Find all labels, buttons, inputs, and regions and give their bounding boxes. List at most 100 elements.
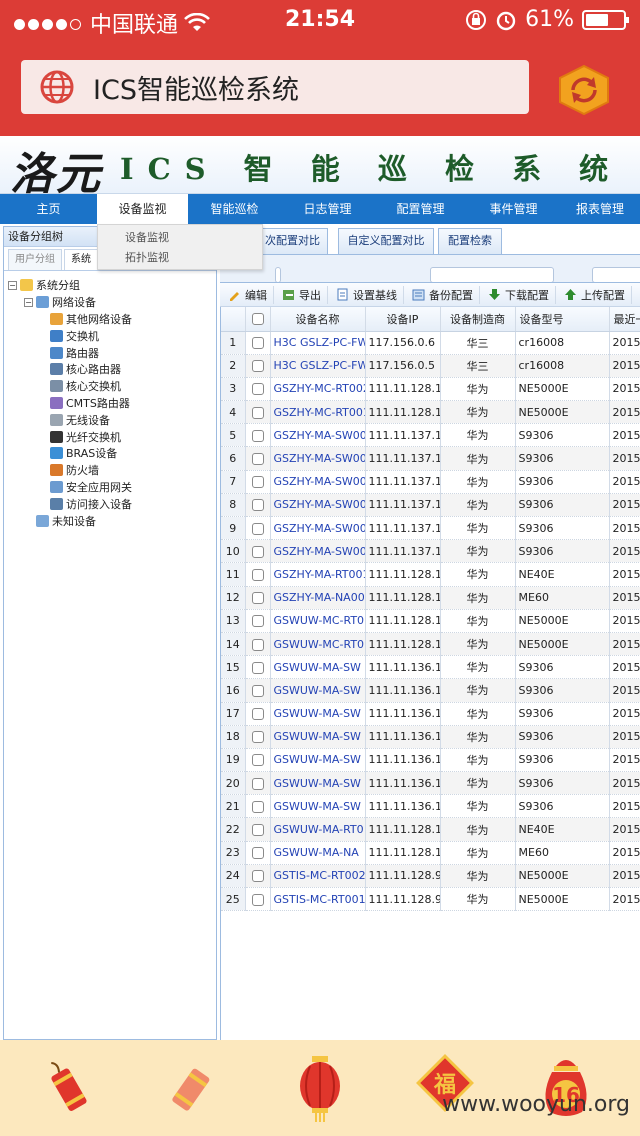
tab-system[interactable]: 系统 [64, 249, 98, 270]
device-name-link[interactable]: GSZHY-MA-SW00 [270, 470, 366, 494]
table-row[interactable]: 22 GSWUW-MA-RT0111.11.128.11华为NE40E2015- [221, 817, 640, 842]
row-checkbox[interactable] [251, 545, 264, 558]
table-row[interactable]: 18 GSWUW-MA-SW111.11.136.13华为S93062015- [221, 725, 640, 749]
row-checkbox[interactable] [251, 777, 264, 790]
filter-input[interactable] [430, 267, 554, 283]
tree-node[interactable]: 访问接入设备 [4, 495, 216, 512]
table-row[interactable]: 17 GSWUW-MA-SW111.11.136.13华为S93062015- [221, 702, 640, 726]
tree-node[interactable]: 安全应用网关 [4, 479, 216, 496]
page-title-bar[interactable]: ICS智能巡检系统 [21, 60, 529, 114]
table-row[interactable]: 20 GSWUW-MA-SW111.11.136.13华为S93062015- [221, 771, 640, 796]
row-checkbox[interactable] [251, 337, 264, 350]
table-row[interactable]: 24 GSTIS-MC-RT002-111.11.128.97华为NE5000E2… [221, 864, 640, 889]
table-row[interactable]: 3 GSZHY-MC-RT002111.11.128.12华为NE5000E201… [221, 377, 640, 402]
row-select-cell[interactable] [245, 377, 271, 402]
table-row[interactable]: 23 GSWUW-MA-NA111.11.128.11华为ME602015- [221, 841, 640, 865]
row-checkbox[interactable] [251, 406, 264, 419]
tab-config-compare[interactable]: 次配置对比 [258, 228, 328, 254]
device-name-link[interactable]: GSWUW-MA-SW [270, 794, 366, 819]
device-name-link[interactable]: GSTIS-MC-RT002- [270, 864, 366, 889]
row-checkbox[interactable] [251, 847, 264, 860]
refresh-icon[interactable] [556, 64, 612, 116]
device-name-link[interactable]: GSZHY-MA-SW00 [270, 493, 366, 518]
device-name-link[interactable]: GSWUW-MC-RT0 [270, 609, 366, 633]
device-name-link[interactable]: H3C GSLZ-PC-FW [270, 331, 366, 355]
col-last-time[interactable]: 最近一 [609, 307, 640, 332]
col-device-ip[interactable]: 设备IP [365, 307, 441, 332]
submenu-item-device-monitor[interactable]: 设备监视 [98, 228, 262, 248]
table-row[interactable]: 4 GSZHY-MC-RT001111.11.128.12华为NE5000E201… [221, 400, 640, 425]
row-select-cell[interactable] [245, 748, 271, 773]
table-row[interactable]: 21 GSWUW-MA-SW111.11.136.13华为S93062015- [221, 794, 640, 819]
device-name-link[interactable]: GSWUW-MC-RT0 [270, 632, 366, 657]
device-name-link[interactable]: GSTIS-MC-RT001- [270, 887, 366, 912]
col-select-all[interactable] [245, 307, 271, 332]
device-name-link[interactable]: GSZHY-MC-RT001 [270, 400, 366, 425]
row-checkbox[interactable] [251, 754, 264, 767]
collapse-toggle-icon[interactable]: − [8, 280, 17, 290]
table-row[interactable]: 8 GSZHY-MA-SW00111.11.137.13华为S93062015- [221, 493, 640, 518]
filter-input[interactable] [275, 267, 281, 283]
baseline-button[interactable]: 设置基线 [328, 285, 404, 304]
row-select-cell[interactable] [245, 725, 271, 749]
row-select-cell[interactable] [245, 817, 271, 842]
table-row[interactable]: 5 GSZHY-MA-SW00111.11.137.13华为S93062015- [221, 423, 640, 448]
tree-node[interactable]: BRAS设备 [4, 445, 216, 462]
row-select-cell[interactable] [245, 354, 271, 378]
tree-node[interactable]: 核心路由器 [4, 361, 216, 378]
table-row[interactable]: 12 GSZHY-MA-NA00111.11.128.13华为ME602015- [221, 586, 640, 610]
row-select-cell[interactable] [245, 678, 271, 703]
tree-node[interactable]: 核心交换机 [4, 378, 216, 395]
row-checkbox[interactable] [251, 661, 264, 674]
tree-node[interactable]: 未知设备 [4, 512, 216, 529]
row-select-cell[interactable] [245, 609, 271, 633]
row-select-cell[interactable] [245, 864, 271, 889]
row-select-cell[interactable] [245, 887, 271, 912]
tree-node[interactable]: 无线设备 [4, 411, 216, 428]
table-row[interactable]: 2 H3C GSLZ-PC-FW117.156.0.5华三cr160082015- [221, 354, 640, 378]
row-select-cell[interactable] [245, 331, 271, 355]
nav-item[interactable]: 配置管理 [374, 194, 467, 224]
row-select-cell[interactable] [245, 841, 271, 865]
device-name-link[interactable]: GSWUW-MA-SW [270, 702, 366, 726]
table-row[interactable]: 7 GSZHY-MA-SW00111.11.137.13华为S93062015- [221, 470, 640, 494]
filter-input[interactable] [592, 267, 640, 283]
row-checkbox[interactable] [251, 429, 264, 442]
row-checkbox[interactable] [251, 615, 264, 628]
row-select-cell[interactable] [245, 562, 271, 587]
nav-item[interactable]: 主页 [0, 194, 97, 224]
row-checkbox[interactable] [251, 870, 264, 883]
row-checkbox[interactable] [251, 893, 264, 906]
col-device-name[interactable]: 设备名称 [270, 307, 366, 332]
row-checkbox[interactable] [251, 360, 264, 373]
nav-item[interactable]: 日志管理 [281, 194, 374, 224]
row-checkbox[interactable] [251, 499, 264, 512]
device-name-link[interactable]: GSWUW-MA-NA [270, 841, 366, 865]
row-select-cell[interactable] [245, 446, 271, 471]
col-model[interactable]: 设备型号 [515, 307, 610, 332]
device-name-link[interactable]: GSZHY-MA-SW00 [270, 539, 366, 564]
tree-node[interactable]: − 网络设备 [4, 294, 216, 311]
submenu-item-topology-monitor[interactable]: 拓扑监视 [98, 248, 262, 268]
tree-node[interactable]: 光纤交换机 [4, 428, 216, 445]
upload-button[interactable]: 上传配置 [556, 285, 632, 304]
lantern-icon[interactable] [294, 1054, 346, 1124]
table-row[interactable]: 14 GSWUW-MC-RT0111.11.128.11华为NE5000E2015… [221, 632, 640, 657]
tree-node[interactable]: 防火墙 [4, 462, 216, 479]
row-select-cell[interactable] [245, 702, 271, 726]
device-name-link[interactable]: GSWUW-MA-SW [270, 655, 366, 680]
row-select-cell[interactable] [245, 400, 271, 425]
row-select-cell[interactable] [245, 493, 271, 518]
row-checkbox[interactable] [251, 592, 264, 605]
device-name-link[interactable]: GSZHY-MA-NA00 [270, 586, 366, 610]
row-select-cell[interactable] [245, 470, 271, 494]
tree-node[interactable]: − 系统分组 [4, 277, 216, 294]
col-vendor[interactable]: 设备制造商 [440, 307, 516, 332]
edit-button[interactable]: 编辑 [220, 285, 274, 304]
collapse-toggle-icon[interactable]: − [24, 297, 33, 307]
row-select-cell[interactable] [245, 586, 271, 610]
row-checkbox[interactable] [251, 684, 264, 697]
row-select-cell[interactable] [245, 794, 271, 819]
row-checkbox[interactable] [251, 708, 264, 721]
device-name-link[interactable]: GSZHY-MC-RT002 [270, 377, 366, 402]
